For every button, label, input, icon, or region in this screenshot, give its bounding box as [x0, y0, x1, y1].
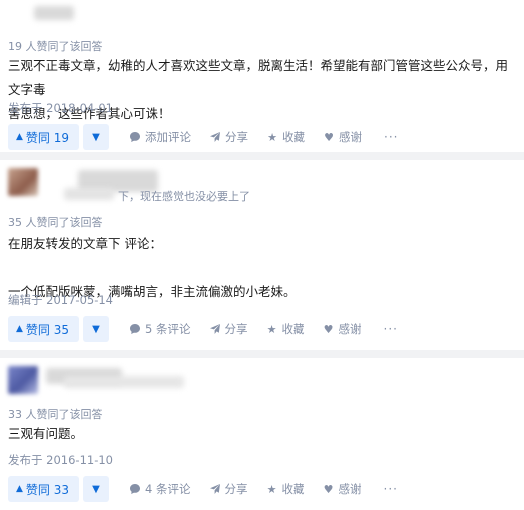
collect-button[interactable]: ★ 收藏 — [266, 129, 305, 145]
star-icon: ★ — [267, 130, 277, 144]
action-bar: ▲ 赞同 35 ▼ 5 条评论 分享 ★ 收藏 ♥ 感谢 ··· — [8, 316, 398, 342]
triangle-up-icon: ▲ — [16, 484, 23, 494]
heart-icon: ♥ — [324, 130, 334, 144]
paper-plane-icon — [209, 483, 221, 495]
author-name[interactable] — [34, 6, 74, 20]
comment-bubble-icon — [129, 131, 141, 143]
more-button[interactable]: ··· — [384, 322, 398, 336]
answer-card: 33 人赞同了该回答 三观有问题。 发布于 2016-11-10 ▲ 赞同 33… — [0, 358, 524, 510]
vote-up-button[interactable]: ▲ 赞同 19 — [8, 124, 80, 150]
ellipsis-icon: ··· — [384, 130, 399, 144]
answer-card: 下，现在感觉也没必要上了 35 人赞同了该回答 在朋友转发的文章下 评论： 一个… — [0, 160, 524, 350]
triangle-down-icon: ▼ — [92, 483, 100, 495]
ellipsis-icon: ··· — [383, 482, 398, 496]
answer-divider — [0, 350, 524, 358]
heart-icon: ♥ — [323, 322, 334, 336]
comment-button[interactable]: 4 条评论 — [129, 481, 191, 497]
comment-button[interactable]: 添加评论 — [129, 129, 191, 145]
vote-up-button[interactable]: ▲ 赞同 33 — [8, 476, 80, 502]
share-button[interactable]: 分享 — [209, 481, 248, 497]
share-button[interactable]: 分享 — [209, 129, 248, 145]
avatar[interactable] — [8, 168, 38, 196]
star-icon: ★ — [266, 322, 277, 336]
collect-button[interactable]: ★ 收藏 — [266, 321, 305, 337]
more-button[interactable]: ··· — [384, 482, 398, 496]
share-button[interactable]: 分享 — [209, 321, 248, 337]
heart-icon: ♥ — [323, 482, 334, 496]
triangle-up-icon: ▲ — [16, 324, 23, 334]
triangle-down-icon: ▼ — [92, 131, 100, 143]
answer-divider — [0, 152, 524, 160]
votes-summary: 33 人赞同了该回答 — [8, 408, 103, 421]
ellipsis-icon: ··· — [383, 322, 398, 336]
vote-down-button[interactable]: ▼ — [83, 124, 110, 150]
answer-content: 三观有问题。 — [8, 426, 84, 441]
answer-card: 19 人赞同了该回答 三观不正毒文章，幼稚的人才喜欢这些文章，脱离生活！希望能有… — [0, 0, 524, 152]
answer-date[interactable]: 编辑于 2017-05-14 — [8, 292, 113, 308]
vote-down-button[interactable]: ▼ — [83, 476, 110, 502]
paper-plane-icon — [209, 131, 221, 143]
author-headline — [64, 376, 184, 388]
vote-down-button[interactable]: ▼ — [83, 316, 110, 342]
star-icon: ★ — [266, 482, 277, 496]
answer-date[interactable]: 发布于 2016-11-10 — [8, 452, 113, 468]
paper-plane-icon — [209, 323, 221, 335]
collect-button[interactable]: ★ 收藏 — [266, 481, 305, 497]
comment-bubble-icon — [129, 483, 141, 495]
votes-summary: 35 人赞同了该回答 — [8, 216, 103, 229]
action-bar: ▲ 赞同 19 ▼ 添加评论 分享 ★ 收藏 ♥ 感谢 ··· — [8, 124, 398, 150]
comment-bubble-icon — [129, 323, 141, 335]
author-name-secondary — [64, 188, 114, 200]
triangle-up-icon: ▲ — [16, 132, 23, 142]
votes-summary: 19 人赞同了该回答 — [8, 40, 103, 53]
more-button[interactable]: ··· — [384, 130, 398, 144]
author-headline: 下，现在感觉也没必要上了 — [118, 190, 250, 203]
action-bar: ▲ 赞同 33 ▼ 4 条评论 分享 ★ 收藏 ♥ 感谢 ··· — [8, 476, 398, 502]
comment-button[interactable]: 5 条评论 — [129, 321, 191, 337]
avatar[interactable] — [8, 366, 38, 394]
answer-date[interactable]: 发布于 2018-04-01 — [8, 100, 113, 116]
thanks-button[interactable]: ♥ 感谢 — [323, 129, 362, 145]
thanks-button[interactable]: ♥ 感谢 — [323, 481, 362, 497]
thanks-button[interactable]: ♥ 感谢 — [323, 321, 362, 337]
vote-up-button[interactable]: ▲ 赞同 35 — [8, 316, 80, 342]
triangle-down-icon: ▼ — [92, 323, 100, 335]
